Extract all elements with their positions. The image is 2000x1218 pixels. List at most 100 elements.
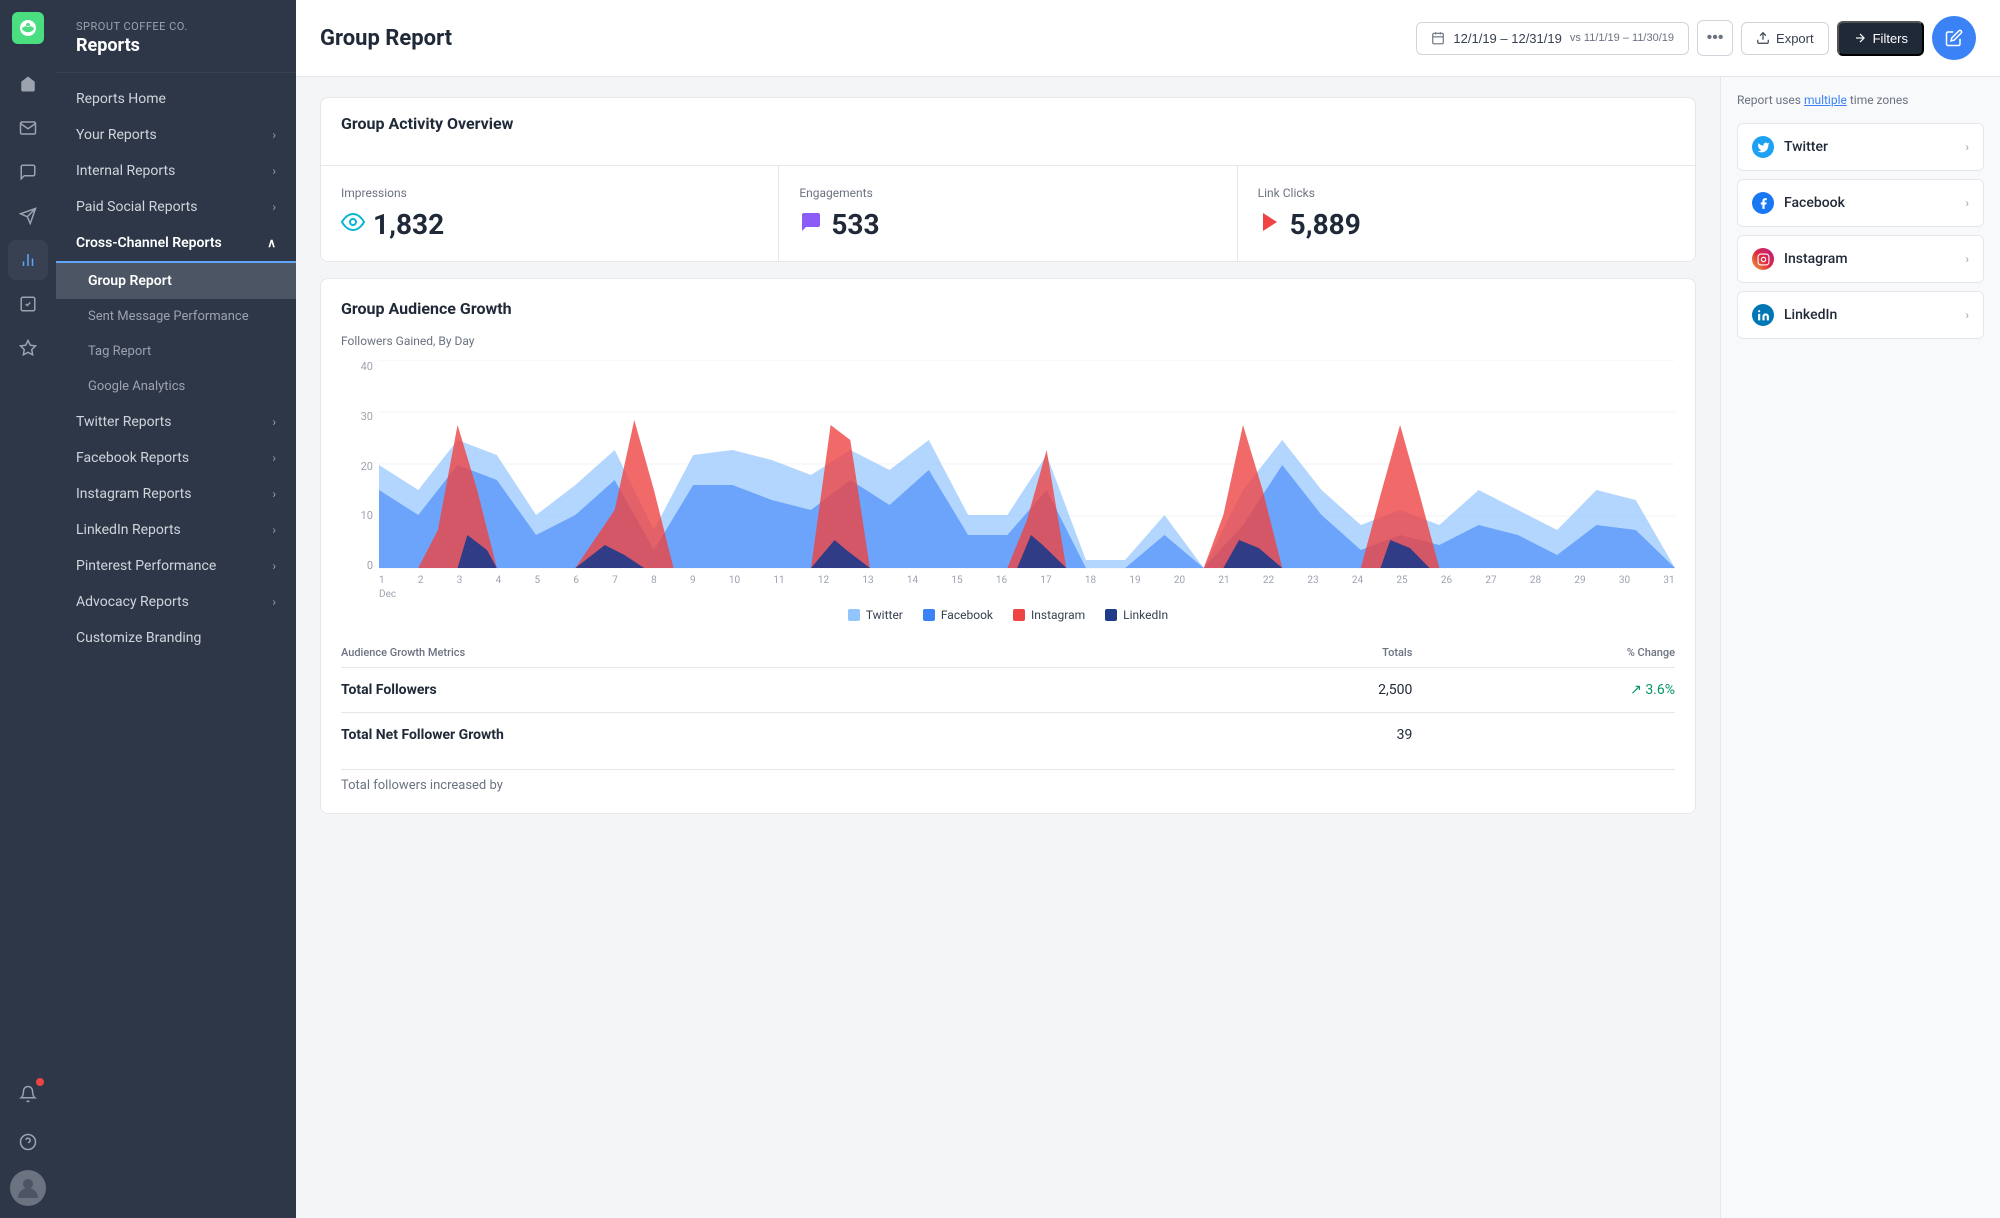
chevron-linkedin-icon: › [272, 523, 276, 537]
table-col-change: % Change [1412, 638, 1675, 668]
twitter-chevron-icon: › [1965, 140, 1969, 154]
rail-bell-icon[interactable] [8, 1074, 48, 1114]
audience-growth-card: Group Audience Growth Followers Gained, … [320, 278, 1696, 814]
table-cell-net-total: 39 [1226, 713, 1412, 758]
more-options-button[interactable]: ••• [1697, 20, 1733, 56]
right-panel: Report uses multiple time zones Twitter … [1720, 77, 2000, 1218]
table-cell-net-change [1412, 713, 1675, 758]
rail-reports-icon[interactable] [8, 240, 48, 280]
export-button[interactable]: Export [1741, 22, 1829, 55]
calendar-icon [1431, 31, 1445, 45]
network-item-linkedin[interactable]: LinkedIn › [1737, 291, 1984, 339]
network-item-left-facebook: Facebook [1752, 192, 1845, 214]
chart-wrapper: 40 30 20 10 0 [341, 360, 1675, 600]
table-cell-followers-total: 2,500 [1226, 668, 1412, 713]
instagram-chevron-icon: › [1965, 252, 1969, 266]
link-clicks-value-container: 5,889 [1258, 208, 1675, 241]
impressions-label: Impressions [341, 186, 758, 200]
table-cell-net-label: Total Net Follower Growth [341, 713, 1226, 758]
sidebar-item-reports-home[interactable]: Reports Home [56, 81, 296, 117]
chevron-pinterest-icon: › [272, 559, 276, 573]
table-cell-followers-label: Total Followers [341, 668, 1226, 713]
sidebar-item-your-reports[interactable]: Your Reports › [56, 117, 296, 153]
followers-note: Total followers increased by [341, 769, 1675, 793]
facebook-icon [1752, 192, 1774, 214]
facebook-chevron-icon: › [1965, 196, 1969, 210]
network-item-instagram[interactable]: Instagram › [1737, 235, 1984, 283]
legend-facebook: Facebook [923, 608, 993, 622]
sidebar-item-group-report[interactable]: Group Report [56, 263, 296, 299]
legend-twitter: Twitter [848, 608, 903, 622]
chart-svg [379, 360, 1675, 570]
chevron-twitter-icon: › [272, 415, 276, 429]
engagements-value-container: 533 [799, 208, 1216, 241]
linkedin-icon [1752, 304, 1774, 326]
export-icon [1756, 31, 1770, 45]
legend-instagram-dot [1013, 609, 1025, 621]
activity-overview-title: Group Activity Overview [341, 114, 1675, 133]
x-month-label: Dec [379, 589, 396, 600]
sidebar-item-paid-social[interactable]: Paid Social Reports › [56, 189, 296, 225]
sidebar-item-pinterest[interactable]: Pinterest Performance › [56, 548, 296, 584]
sidebar-nav: Reports Home Your Reports › Internal Rep… [56, 73, 296, 664]
activity-overview-card: Group Activity Overview Impressions 1,83… [320, 97, 1696, 262]
instagram-icon [1752, 248, 1774, 270]
table-cell-followers-change: ↗ 3.6% [1412, 668, 1675, 713]
sidebar-header: Sprout Coffee Co. Reports [56, 0, 296, 73]
rail-messages-icon[interactable] [8, 152, 48, 192]
sidebar-item-facebook-reports[interactable]: Facebook Reports › [56, 440, 296, 476]
rail-tasks-icon[interactable] [8, 284, 48, 324]
edit-fab-button[interactable] [1932, 16, 1976, 60]
rail-help-icon[interactable] [8, 1122, 48, 1162]
sidebar-item-customize[interactable]: Customize Branding [56, 620, 296, 656]
impressions-icon [341, 210, 365, 240]
sidebar-item-linkedin-reports[interactable]: LinkedIn Reports › [56, 512, 296, 548]
sidebar-item-internal-reports[interactable]: Internal Reports › [56, 153, 296, 189]
rail-publish-icon[interactable] [8, 196, 48, 236]
linkedin-chevron-icon: › [1965, 308, 1969, 322]
sidebar-item-tag-report[interactable]: Tag Report [56, 334, 296, 369]
engagements-metric: Engagements 533 [779, 166, 1237, 261]
date-range-button[interactable]: 12/1/19 – 12/31/19 vs 11/1/19 – 11/30/19 [1416, 22, 1689, 55]
chevron-paid-icon: › [272, 200, 276, 214]
link-clicks-icon [1258, 210, 1282, 240]
rail-home-icon[interactable] [8, 64, 48, 104]
filters-button[interactable]: Filters [1837, 21, 1924, 56]
metrics-row: Impressions 1,832 Engagements [321, 165, 1695, 261]
network-item-facebook[interactable]: Facebook › [1737, 179, 1984, 227]
table-row: Total Followers 2,500 ↗ 3.6% [341, 668, 1675, 713]
y-label-10: 10 [361, 509, 373, 522]
audience-metrics-table: Audience Growth Metrics Totals % Change … [341, 638, 1675, 757]
sidebar-item-google-analytics[interactable]: Google Analytics [56, 369, 296, 404]
table-col-metrics: Audience Growth Metrics [341, 638, 1226, 668]
y-label-20: 20 [361, 460, 373, 473]
chart-area: 1234567891011121314151617181920212223242… [379, 360, 1675, 600]
sidebar-item-cross-channel[interactable]: Cross-Channel Reports ∧ [56, 225, 296, 263]
link-clicks-label: Link Clicks [1258, 186, 1675, 200]
app-logo [12, 12, 44, 44]
network-item-twitter[interactable]: Twitter › [1737, 123, 1984, 171]
impressions-value-container: 1,832 [341, 208, 758, 241]
sidebar-item-instagram-reports[interactable]: Instagram Reports › [56, 476, 296, 512]
legend-linkedin: LinkedIn [1105, 608, 1168, 622]
x-axis-labels: 1234567891011121314151617181920212223242… [379, 571, 1675, 586]
legend-instagram: Instagram [1013, 608, 1085, 622]
twitter-icon [1752, 136, 1774, 158]
rail-star-icon[interactable] [8, 328, 48, 368]
page-title: Group Report [320, 26, 452, 51]
y-label-0: 0 [367, 559, 373, 572]
legend-linkedin-dot [1105, 609, 1117, 621]
link-clicks-metric: Link Clicks 5,889 [1238, 166, 1695, 261]
y-label-30: 30 [361, 410, 373, 423]
user-avatar[interactable] [10, 1170, 46, 1206]
edit-icon [1945, 29, 1963, 47]
timezone-note: Report uses multiple time zones [1737, 93, 1984, 107]
rail-inbox-icon[interactable] [8, 108, 48, 148]
sidebar-item-sent-message[interactable]: Sent Message Performance [56, 299, 296, 334]
sidebar-item-advocacy[interactable]: Advocacy Reports › [56, 584, 296, 620]
rail-bottom [8, 1074, 48, 1206]
top-bar-actions: 12/1/19 – 12/31/19 vs 11/1/19 – 11/30/19… [1416, 16, 1976, 60]
y-axis: 40 30 20 10 0 [341, 360, 379, 600]
timezone-link[interactable]: multiple [1804, 93, 1847, 107]
sidebar-item-twitter-reports[interactable]: Twitter Reports › [56, 404, 296, 440]
